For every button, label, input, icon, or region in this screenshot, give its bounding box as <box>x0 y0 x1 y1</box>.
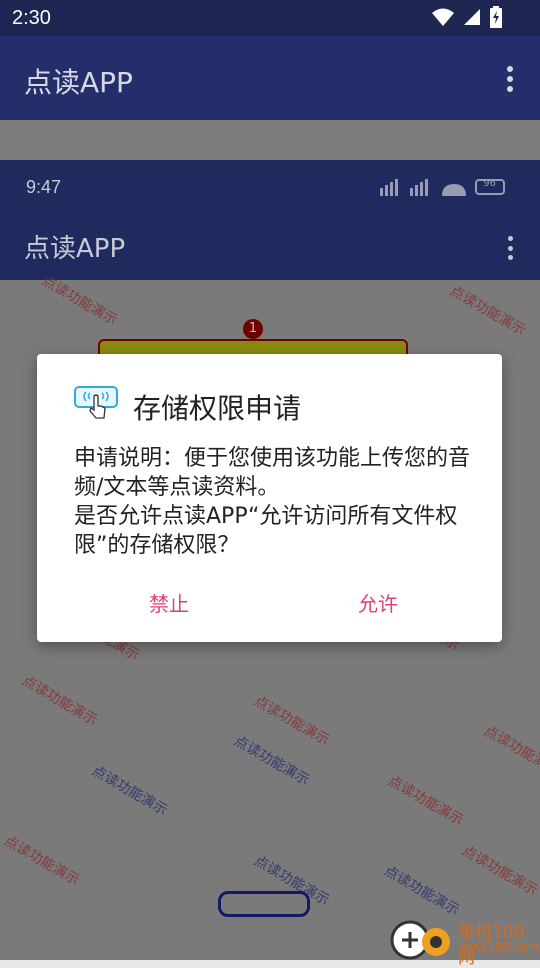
inner-status-time: 9:47 <box>26 177 62 197</box>
inner-more-icon <box>508 236 514 260</box>
watermark: 点读功能演示 <box>447 282 528 339</box>
battery-icon <box>490 6 502 28</box>
watermark: 点读功能演示 <box>459 842 540 899</box>
home-indicator <box>218 891 310 917</box>
watermark: 点读功能演示 <box>1 832 82 889</box>
app-bar: 点读APP <box>0 36 540 120</box>
touch-reading-icon <box>74 386 118 419</box>
allow-button[interactable]: 允许 <box>358 588 398 617</box>
watermark: 点读功能演示 <box>251 692 332 749</box>
dialog-title: 存储权限申请 <box>133 392 302 425</box>
permission-dialog: 存储权限申请 申请说明：便于您使用该功能上传您的音频/文本等点读资料。 是否允许… <box>37 354 502 642</box>
watermark: 点读功能演示 <box>481 722 540 779</box>
inner-app-bar: 点读APP <box>0 214 540 280</box>
watermark: 点读功能演示 <box>39 272 120 329</box>
dialog-message: 申请说明：便于您使用该功能上传您的音频/文本等点读资料。 是否允许点读APP“允… <box>74 446 471 558</box>
inner-app-title: 点读APP <box>24 234 126 264</box>
watermark: 点读功能演示 <box>385 772 466 829</box>
inner-battery-level: 96 <box>483 178 496 189</box>
watermark: 点读功能演示 <box>19 672 100 729</box>
site-logo-icon <box>390 920 450 960</box>
notification-badge: 1 <box>243 319 263 339</box>
more-options-icon[interactable] <box>506 66 514 92</box>
watermark: 点读功能演示 <box>231 732 312 789</box>
inner-status-bar: 9:47 96 <box>0 160 540 214</box>
wifi-icon <box>432 8 454 26</box>
status-time: 2:30 <box>12 7 51 29</box>
app-title: 点读APP <box>24 66 133 99</box>
watermark: 点读功能演示 <box>89 762 170 819</box>
deny-button[interactable]: 禁止 <box>149 588 189 617</box>
signal-icon <box>464 9 480 25</box>
status-icons <box>432 6 502 28</box>
status-bar: 2:30 <box>0 0 540 36</box>
watermark: 点读功能演示 <box>381 862 462 919</box>
site-logo-url: danji100.com <box>458 940 540 954</box>
